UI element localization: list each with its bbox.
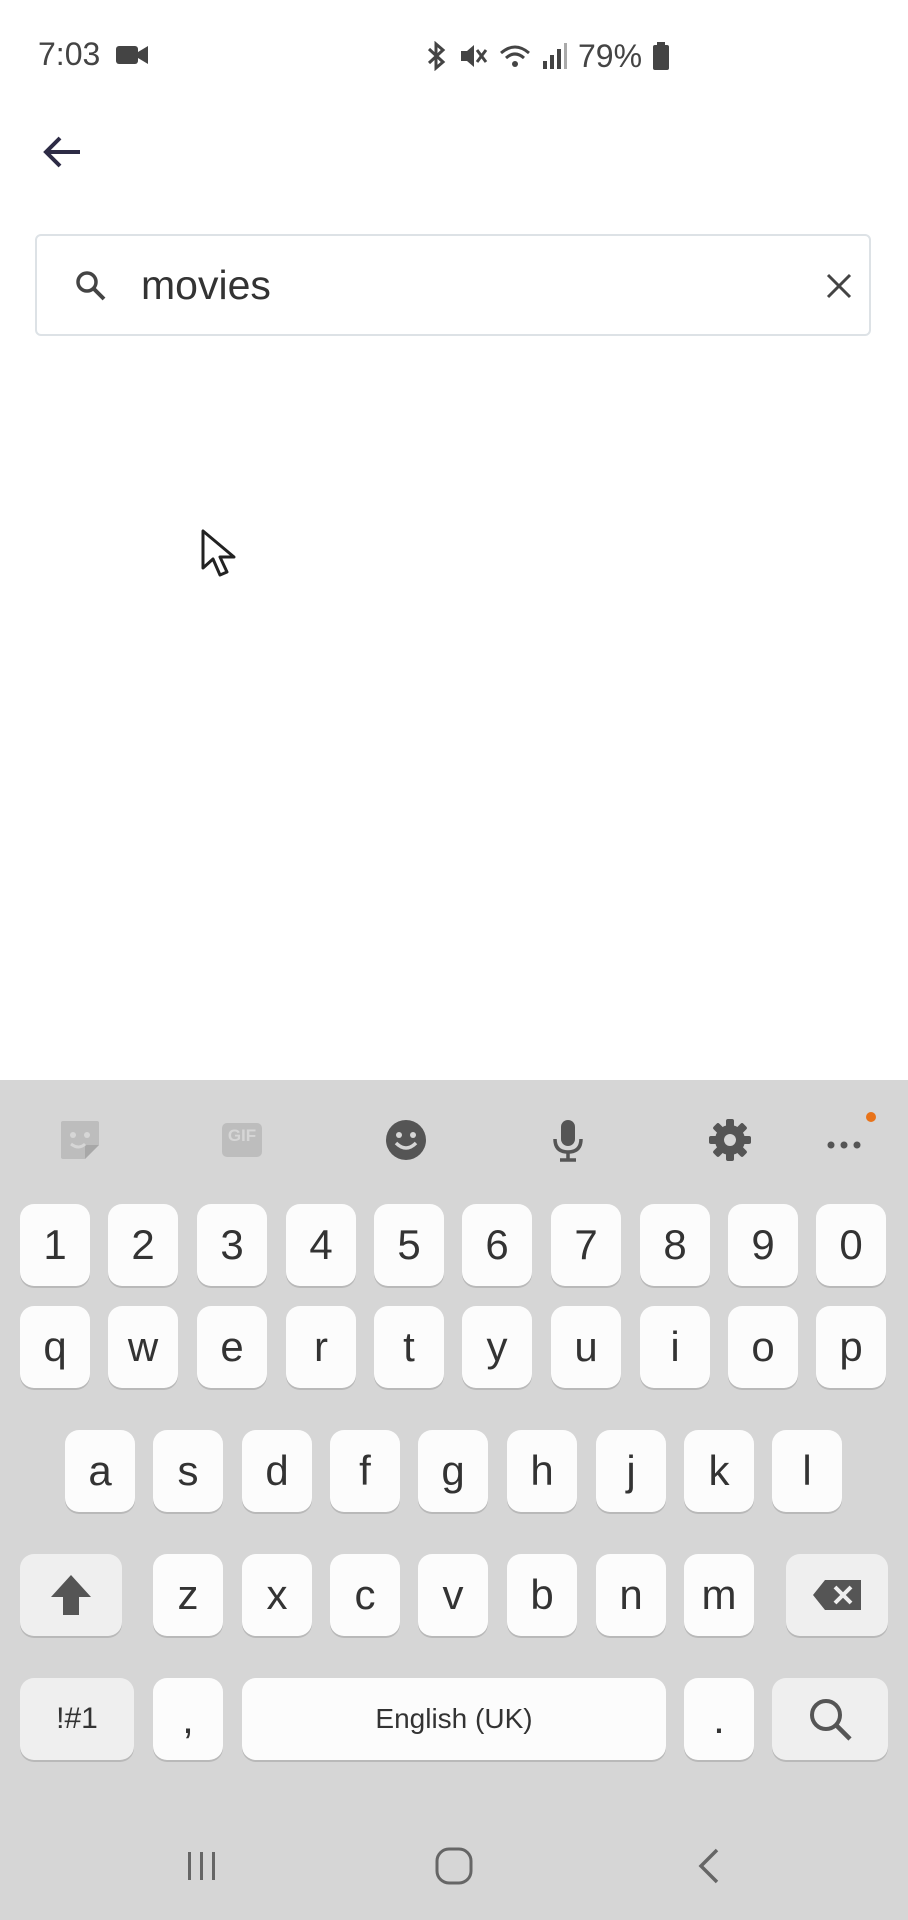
bluetooth-icon: [427, 41, 446, 71]
back-button[interactable]: [36, 126, 88, 178]
home-button[interactable]: [424, 1836, 484, 1896]
key-f[interactable]: f: [330, 1430, 400, 1512]
key-r[interactable]: r: [286, 1306, 356, 1388]
key-5[interactable]: 5: [374, 1204, 444, 1286]
system-back-button[interactable]: [680, 1836, 740, 1896]
key-s[interactable]: s: [153, 1430, 223, 1512]
emoji-button[interactable]: [380, 1114, 432, 1166]
back-arrow-icon: [43, 136, 80, 168]
key-k[interactable]: k: [684, 1430, 754, 1512]
key-a[interactable]: a: [65, 1430, 135, 1512]
key-n[interactable]: n: [596, 1554, 666, 1636]
key-3[interactable]: 3: [197, 1204, 267, 1286]
back-icon: [698, 1848, 719, 1884]
more-button[interactable]: [820, 1112, 876, 1166]
navigation-bar: [0, 1810, 908, 1920]
key-g[interactable]: g: [418, 1430, 488, 1512]
symbols-key[interactable]: !#1: [20, 1678, 134, 1760]
status-time: 7:03: [38, 36, 101, 72]
key-0[interactable]: 0: [816, 1204, 886, 1286]
key-l[interactable]: l: [772, 1430, 842, 1512]
keyboard: GIF 1 2 3 4 5 6 7 8 9 0 q w e r t y u i …: [0, 1080, 908, 1920]
period-key[interactable]: .: [684, 1678, 754, 1760]
key-i[interactable]: i: [640, 1306, 710, 1388]
shift-icon: [51, 1575, 91, 1615]
shift-key[interactable]: [20, 1554, 122, 1636]
key-1[interactable]: 1: [20, 1204, 90, 1286]
key-z[interactable]: z: [153, 1554, 223, 1636]
recents-icon: [188, 1852, 215, 1880]
key-t[interactable]: t: [374, 1306, 444, 1388]
key-e[interactable]: e: [197, 1306, 267, 1388]
key-2[interactable]: 2: [108, 1204, 178, 1286]
key-c[interactable]: c: [330, 1554, 400, 1636]
voice-input-button[interactable]: [542, 1114, 594, 1166]
key-q[interactable]: q: [20, 1306, 90, 1388]
mic-icon: [553, 1120, 583, 1162]
key-h[interactable]: h: [507, 1430, 577, 1512]
key-b[interactable]: b: [507, 1554, 577, 1636]
key-p[interactable]: p: [816, 1306, 886, 1388]
key-8[interactable]: 8: [640, 1204, 710, 1286]
key-w[interactable]: w: [108, 1306, 178, 1388]
key-4[interactable]: 4: [286, 1204, 356, 1286]
battery-icon: [653, 42, 670, 70]
gif-button[interactable]: GIF: [216, 1114, 268, 1166]
battery-percent: 79%: [578, 37, 643, 74]
key-x[interactable]: x: [242, 1554, 312, 1636]
sticker-button[interactable]: [54, 1114, 106, 1166]
search-key-icon: [810, 1699, 852, 1741]
key-v[interactable]: v: [418, 1554, 488, 1636]
key-d[interactable]: d: [242, 1430, 312, 1512]
mouse-cursor-icon: [201, 529, 236, 577]
key-7[interactable]: 7: [551, 1204, 621, 1286]
comma-key[interactable]: ,: [153, 1678, 223, 1760]
keyboard-toolbar: GIF: [0, 1080, 908, 1200]
home-icon: [435, 1847, 473, 1885]
search-input[interactable]: [141, 254, 781, 316]
gif-label: GIF: [227, 1126, 257, 1145]
wifi-icon: [500, 45, 530, 67]
settings-button[interactable]: [704, 1114, 756, 1166]
key-6[interactable]: 6: [462, 1204, 532, 1286]
key-j[interactable]: j: [596, 1430, 666, 1512]
search-key[interactable]: [772, 1678, 888, 1760]
search-icon: [76, 271, 106, 301]
key-u[interactable]: u: [551, 1306, 621, 1388]
emoji-icon: [386, 1120, 426, 1160]
video-camera-icon: [116, 46, 148, 64]
status-bar: 7:03 79%: [0, 0, 908, 110]
signal-icon: [543, 43, 567, 69]
key-o[interactable]: o: [728, 1306, 798, 1388]
key-m[interactable]: m: [684, 1554, 754, 1636]
sticker-icon: [61, 1121, 99, 1159]
space-key[interactable]: English (UK): [242, 1678, 666, 1760]
notification-dot: [866, 1112, 876, 1122]
backspace-key[interactable]: [786, 1554, 888, 1636]
mute-icon: [461, 45, 488, 67]
search-box[interactable]: [35, 234, 871, 336]
backspace-icon: [813, 1580, 861, 1610]
more-icon: [827, 1141, 861, 1149]
close-icon: [826, 273, 852, 299]
key-9[interactable]: 9: [728, 1204, 798, 1286]
recents-button[interactable]: [172, 1836, 232, 1896]
clear-search-button[interactable]: [817, 264, 861, 308]
settings-icon: [709, 1119, 751, 1161]
status-icons: 79%: [426, 36, 670, 76]
key-y[interactable]: y: [462, 1306, 532, 1388]
